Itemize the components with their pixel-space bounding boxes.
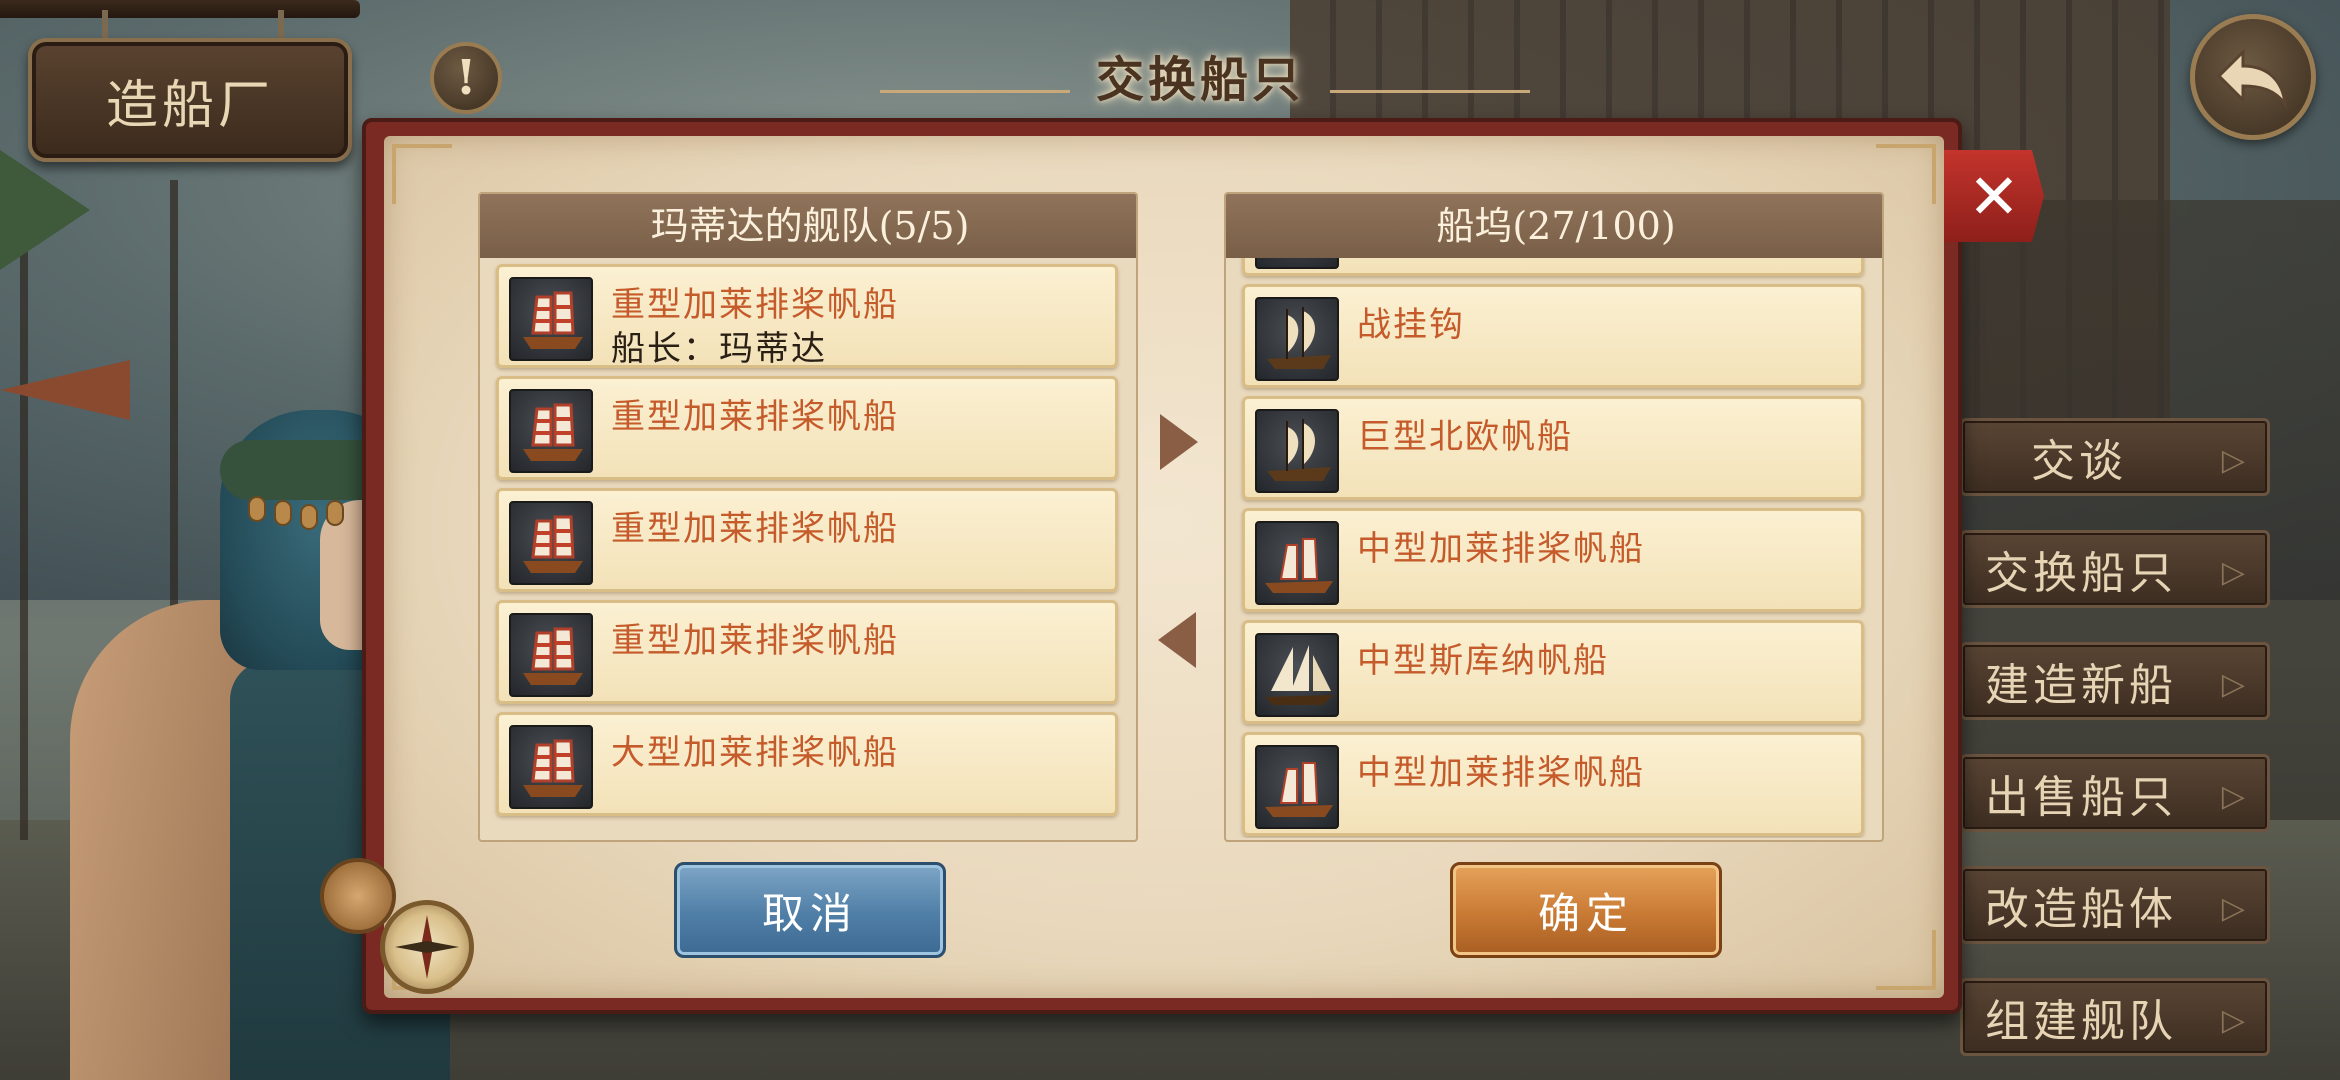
menu-label: 改造船体 <box>1985 884 2177 935</box>
dock-ship-row[interactable]: 巨型北欧帆船 <box>1242 396 1864 500</box>
sign-hanger-bar <box>0 0 360 18</box>
chevron-right-icon: ▷ <box>2221 1003 2249 1038</box>
dock-ship-row[interactable]: 战挂钩 <box>1242 284 1864 388</box>
ship-captain: 船长：玛蒂达 <box>611 329 827 369</box>
chevron-right-icon: ▷ <box>2221 891 2249 926</box>
chevron-right-icon: ▷ <box>2221 443 2249 478</box>
alert-icon[interactable]: ! <box>430 42 502 114</box>
galley-ship-icon <box>509 501 593 585</box>
ship-name: 大型加莱排桨帆船 <box>611 733 899 773</box>
ship-name: 重型加莱排桨帆船 <box>611 509 899 549</box>
ship-name: 中型加莱排桨帆船 <box>1357 529 1645 569</box>
menu-label: 交换船只 <box>1985 548 2177 599</box>
fleet-panel: 玛蒂达的舰队(5/5) 重型加莱排桨帆船 船长：玛蒂达 重型加莱排桨帆船 重型加… <box>478 192 1138 842</box>
ship-name: 重型加莱排桨帆船 <box>611 397 899 437</box>
cog-ship-icon <box>1255 258 1339 269</box>
coin-ornament <box>274 500 292 526</box>
dock-ship-row[interactable] <box>1242 258 1864 276</box>
menu-exchange-ships[interactable]: 交换船只 ▷ <box>1960 530 2270 608</box>
galley-ship-icon <box>509 613 593 697</box>
dialog-title: 交换船只 <box>1095 52 1304 108</box>
ship-name: 重型加莱排桨帆船 <box>611 621 899 661</box>
corner-ornament <box>1876 144 1936 204</box>
menu-form-fleet[interactable]: 组建舰队 ▷ <box>1960 978 2270 1056</box>
ship-name: 中型加莱排桨帆船 <box>1357 753 1645 793</box>
ship-name: 重型加莱排桨帆船 <box>611 285 899 325</box>
back-arrow-icon <box>2216 48 2287 110</box>
dock-panel-header: 船坞(27/100) <box>1226 194 1882 258</box>
dock-ship-row[interactable]: 中型加莱排桨帆船 <box>1242 732 1864 836</box>
cog-ship-icon <box>1255 409 1339 493</box>
compass-icon <box>380 900 474 994</box>
ship-name: 战挂钩 <box>1357 305 1465 345</box>
coin-ornament <box>326 500 344 526</box>
menu-build-ship[interactable]: 建造新船 ▷ <box>1960 642 2270 720</box>
small-galley-icon <box>1255 745 1339 829</box>
menu-talk[interactable]: 交谈 ▷ <box>1960 418 2270 496</box>
menu-label: 交谈 <box>2031 436 2127 487</box>
fleet-ship-row[interactable]: 重型加莱排桨帆船 <box>496 600 1118 704</box>
fleet-ship-list[interactable]: 重型加莱排桨帆船 船长：玛蒂达 重型加莱排桨帆船 重型加莱排桨帆船 重型加莱排桨… <box>492 258 1128 838</box>
fleet-ship-row[interactable]: 大型加莱排桨帆船 <box>496 712 1118 816</box>
mast <box>20 240 28 840</box>
corner-ornament <box>392 144 452 204</box>
menu-sell-ship[interactable]: 出售船只 ▷ <box>1960 754 2270 832</box>
ship-name: 中型斯库纳帆船 <box>1357 641 1609 681</box>
location-sign: 造船厂 <box>28 38 352 162</box>
back-button[interactable] <box>2190 14 2316 140</box>
chevron-right-icon: ▷ <box>2221 667 2249 702</box>
close-button[interactable]: ✕ <box>1944 150 2044 242</box>
galley-ship-icon <box>509 725 593 809</box>
confirm-button[interactable]: 确定 <box>1450 862 1722 958</box>
dock-ship-row[interactable]: 中型斯库纳帆船 <box>1242 620 1864 724</box>
coin-ornament <box>248 496 266 522</box>
menu-label: 组建舰队 <box>1985 996 2177 1047</box>
fleet-ship-row[interactable]: 重型加莱排桨帆船 <box>496 376 1118 480</box>
fleet-panel-header: 玛蒂达的舰队(5/5) <box>480 194 1136 258</box>
menu-label: 建造新船 <box>1985 660 2177 711</box>
chevron-right-icon: ▷ <box>2221 555 2249 590</box>
menu-modify-hull[interactable]: 改造船体 ▷ <box>1960 866 2270 944</box>
dock-ship-list[interactable]: 战挂钩 巨型北欧帆船 中型加莱排桨帆船 中型斯库纳帆船 中型加莱排桨帆船 <box>1238 258 1874 838</box>
schooner-icon <box>1255 633 1339 717</box>
flag <box>0 150 90 270</box>
small-galley-icon <box>1255 521 1339 605</box>
move-to-fleet-arrow-icon[interactable] <box>1158 612 1196 668</box>
fleet-ship-row[interactable]: 重型加莱排桨帆船 <box>496 488 1118 592</box>
galley-ship-icon <box>509 277 593 361</box>
cog-ship-icon <box>1255 297 1339 381</box>
corner-ornament <box>1876 930 1936 990</box>
dock-ship-row[interactable]: 中型加莱排桨帆船 <box>1242 508 1864 612</box>
ship-name: 巨型北欧帆船 <box>1357 417 1573 457</box>
move-to-dock-arrow-icon[interactable] <box>1160 414 1198 470</box>
dialog-title-bar: 交换船只 <box>760 40 1640 110</box>
fleet-ship-row[interactable]: 重型加莱排桨帆船 船长：玛蒂达 <box>496 264 1118 369</box>
menu-label: 出售船只 <box>1985 772 2177 823</box>
cancel-button[interactable]: 取消 <box>674 862 946 958</box>
dock-panel: 船坞(27/100) 战挂钩 巨型北欧帆船 中型加莱排桨帆船 中型斯库纳帆船 中… <box>1224 192 1884 842</box>
coin-ornament <box>300 504 318 530</box>
chevron-right-icon: ▷ <box>2221 779 2249 814</box>
galley-ship-icon <box>509 389 593 473</box>
